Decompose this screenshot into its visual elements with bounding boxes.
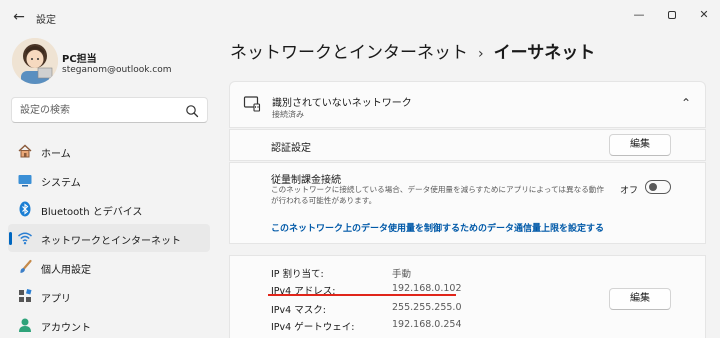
close-button[interactable]: ✕: [692, 5, 716, 25]
sidebar-item-bluetooth[interactable]: Bluetooth とデバイス: [8, 195, 210, 223]
sidebar-item-accounts[interactable]: アカウント: [8, 311, 210, 338]
sidebar-item-apps[interactable]: アプリ: [8, 282, 210, 310]
chevron-up-icon[interactable]: ⌃: [681, 96, 691, 110]
ethernet-icon: [243, 96, 261, 112]
title-bar: ← 設定 — ✕: [0, 0, 720, 34]
maximize-button[interactable]: [660, 5, 684, 25]
sidebar-item-label: Bluetooth とデバイス: [41, 207, 143, 218]
ip-assignment-value: 手動: [392, 269, 412, 280]
maximize-icon: [668, 11, 676, 19]
back-button[interactable]: ←: [8, 6, 30, 28]
breadcrumb-parent[interactable]: ネットワークとインターネット: [230, 43, 468, 63]
ipv4-mask-value: 255.255.255.0: [392, 302, 462, 313]
network-icon: [18, 232, 32, 245]
metered-connection-row: 従量制課金接続 このネットワークに接続している場合、データ使用量を減らすためにア…: [229, 162, 706, 244]
profile-name: PC担当: [62, 54, 97, 65]
ipv4-mask-label: IPv4 マスク:: [271, 305, 326, 316]
ip-settings-card: IP 割り当て: 手動 IPv4 アドレス: 192.168.0.102 IPv…: [229, 255, 706, 338]
apps-icon: [19, 288, 32, 302]
auth-edit-button[interactable]: 編集: [609, 134, 671, 156]
sidebar-item-personalization[interactable]: 個人用設定: [8, 253, 210, 281]
search-icon[interactable]: [185, 104, 199, 118]
ip-edit-button[interactable]: 編集: [609, 288, 671, 310]
breadcrumb: ネットワークとインターネット › イーサネット: [230, 38, 595, 68]
network-status: 接続済み: [272, 110, 304, 119]
sidebar-item-label: アカウント: [41, 323, 91, 334]
sidebar-item-label: ネットワークとインターネット: [41, 236, 181, 247]
sidebar-item-home[interactable]: ホーム: [8, 137, 210, 165]
ip-assignment-label: IP 割り当て:: [271, 269, 324, 280]
highlight-underline: [268, 294, 456, 296]
sidebar-item-label: アプリ: [41, 294, 71, 305]
sidebar-item-system[interactable]: システム: [8, 166, 210, 194]
ipv4-gateway-label: IPv4 ゲートウェイ:: [271, 322, 355, 333]
minimize-button[interactable]: —: [627, 5, 651, 25]
data-limit-link[interactable]: このネットワーク上のデータ使用量を制御するためのデータ通信量上限を設定する: [271, 221, 604, 234]
bluetooth-icon: [19, 201, 31, 217]
home-icon: [18, 144, 32, 158]
active-indicator: [9, 232, 12, 245]
sidebar-item-label: システム: [41, 178, 81, 189]
search-box[interactable]: [11, 97, 208, 123]
sidebar-item-network[interactable]: ネットワークとインターネット: [8, 224, 210, 252]
avatar[interactable]: [12, 38, 58, 84]
metered-toggle[interactable]: [645, 180, 671, 194]
auth-settings-label: 認証設定: [271, 143, 311, 154]
system-icon: [18, 175, 32, 187]
ipv4-gateway-value: 192.168.0.254: [392, 319, 462, 330]
app-title: 設定: [36, 15, 56, 26]
brush-icon: [20, 259, 32, 273]
search-input[interactable]: [20, 102, 180, 119]
auth-settings-row: 認証設定 編集: [229, 129, 706, 161]
network-card-header[interactable]: 識別されていないネットワーク 接続済み ⌃: [229, 81, 706, 128]
avatar-illustration-icon: [12, 38, 58, 84]
sidebar-item-label: 個人用設定: [41, 265, 91, 276]
profile-email: steganom@outlook.com: [62, 65, 172, 75]
page-title: イーサネット: [493, 43, 596, 63]
toggle-knob: [649, 183, 657, 191]
account-icon: [19, 318, 31, 332]
user-profile[interactable]: PC担当 steganom@outlook.com: [12, 38, 212, 88]
sidebar-nav: ホーム システム Bluetooth とデバイス ネットワークとインターネット …: [8, 137, 210, 338]
ipv4-address-value: 192.168.0.102: [392, 283, 462, 294]
network-name: 識別されていないネットワーク: [272, 98, 412, 109]
breadcrumb-separator: ›: [478, 46, 484, 62]
metered-connection-description: このネットワークに接続している場合、データ使用量を減らすためにアプリによっては異…: [271, 185, 604, 205]
metered-toggle-state: オフ: [620, 186, 639, 196]
sidebar-item-label: ホーム: [41, 149, 71, 160]
